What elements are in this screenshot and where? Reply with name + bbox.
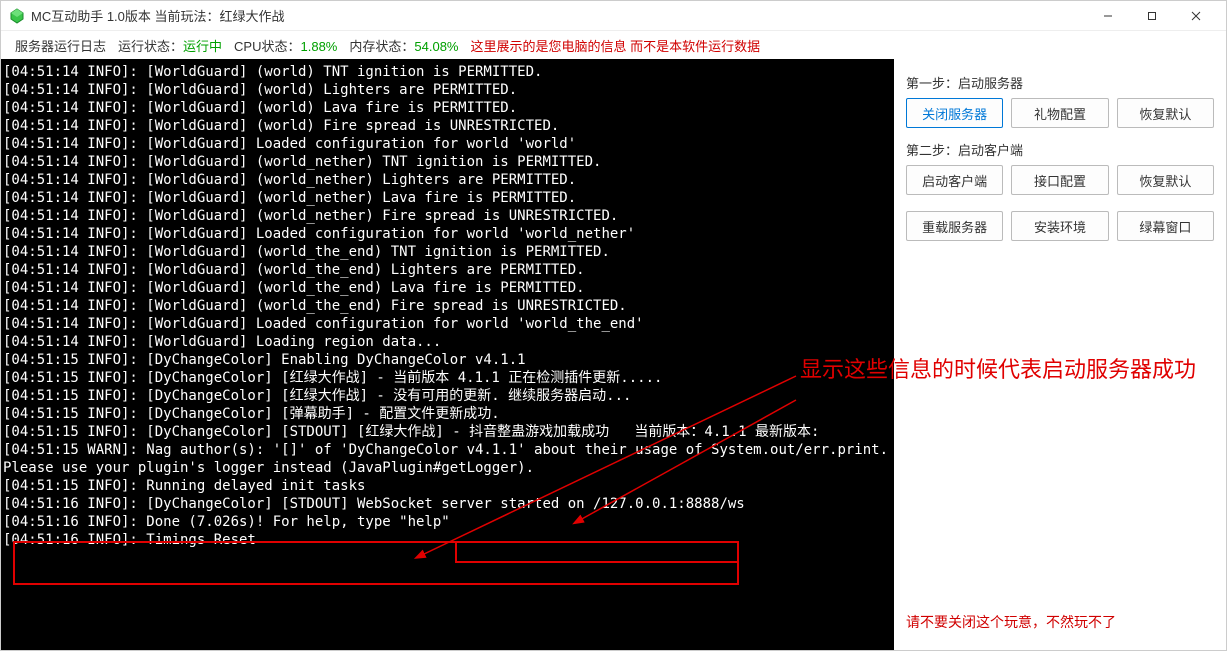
run-state-block: 运行状态：运行中	[118, 36, 222, 55]
maximize-button[interactable]	[1130, 2, 1174, 30]
app-icon	[9, 8, 25, 24]
step1-label: 第一步：启动服务器	[906, 73, 1214, 92]
console-line: [04:51:14 INFO]: [WorldGuard] (world_the…	[3, 297, 894, 315]
install-env-button[interactable]: 安装环境	[1011, 211, 1108, 241]
console-line: [04:51:16 INFO]: Timings Reset	[3, 531, 894, 549]
console-line: [04:51:14 INFO]: [WorldGuard] (world_net…	[3, 171, 894, 189]
console-line: [04:51:15 INFO]: [DyChangeColor] [红绿大作战]…	[3, 387, 894, 405]
console-line: [04:51:14 INFO]: [WorldGuard] Loaded con…	[3, 315, 894, 333]
log-title: 服务器运行日志	[15, 36, 106, 55]
button-row-2: 启动客户端 接口配置 恢复默认	[906, 165, 1214, 195]
console-line: [04:51:14 INFO]: [WorldGuard] Loaded con…	[3, 225, 894, 243]
start-client-button[interactable]: 启动客户端	[906, 165, 1003, 195]
step2-label: 第二步：启动客户端	[906, 140, 1214, 159]
status-bar: 服务器运行日志 运行状态：运行中 CPU状态：1.88% 内存状态：54.08%…	[1, 31, 1226, 59]
console-line: [04:51:14 INFO]: [WorldGuard] (world) Li…	[3, 81, 894, 99]
console-line: [04:51:14 INFO]: [WorldGuard] (world) La…	[3, 99, 894, 117]
console-line: [04:51:14 INFO]: [WorldGuard] (world_the…	[3, 261, 894, 279]
console-line: [04:51:14 INFO]: [WorldGuard] (world) Fi…	[3, 117, 894, 135]
restore-default-button-1[interactable]: 恢复默认	[1117, 98, 1214, 128]
mem-label: 内存状态：	[349, 39, 414, 54]
sidebar-footer-warning: 请不要关闭这个玩意，不然玩不了	[906, 612, 1214, 632]
app-window: MC互动助手 1.0版本 当前玩法：红绿大作战 服务器运行日志 运行状态：运行中…	[0, 0, 1227, 651]
gift-config-button[interactable]: 礼物配置	[1011, 98, 1108, 128]
console-line: [04:51:14 INFO]: [WorldGuard] Loaded con…	[3, 135, 894, 153]
console-output[interactable]: [04:51:14 INFO]: [WorldGuard] (world) TN…	[1, 59, 894, 650]
titlebar: MC互动助手 1.0版本 当前玩法：红绿大作战	[1, 1, 1226, 31]
interface-config-button[interactable]: 接口配置	[1011, 165, 1108, 195]
button-row-3: 重载服务器 安装环境 绿幕窗口	[906, 211, 1214, 241]
console-line: [04:51:14 INFO]: [WorldGuard] Loading re…	[3, 333, 894, 351]
console-line: [04:51:15 WARN]: Nag author(s): '[]' of …	[3, 441, 894, 459]
console-line: [04:51:15 INFO]: [DyChangeColor] [STDOUT…	[3, 423, 894, 441]
console-line: [04:51:14 INFO]: [WorldGuard] (world) TN…	[3, 63, 894, 81]
run-state-value: 运行中	[183, 39, 222, 54]
window-controls	[1086, 2, 1218, 30]
close-button[interactable]	[1174, 2, 1218, 30]
console-line: [04:51:14 INFO]: [WorldGuard] (world_the…	[3, 243, 894, 261]
reload-server-button[interactable]: 重载服务器	[906, 211, 1003, 241]
sidebar: 第一步：启动服务器 关闭服务器 礼物配置 恢复默认 第二步：启动客户端 启动客户…	[894, 59, 1226, 650]
mem-value: 54.08%	[414, 39, 458, 54]
green-screen-button[interactable]: 绿幕窗口	[1117, 211, 1214, 241]
console-line: [04:51:14 INFO]: [WorldGuard] (world_net…	[3, 207, 894, 225]
button-row-1: 关闭服务器 礼物配置 恢复默认	[906, 98, 1214, 128]
cpu-value: 1.88%	[301, 39, 338, 54]
cpu-label: CPU状态：	[234, 39, 300, 54]
main-area: [04:51:14 INFO]: [WorldGuard] (world) TN…	[1, 59, 1226, 650]
window-title: MC互动助手 1.0版本 当前玩法：红绿大作战	[31, 6, 1086, 25]
minimize-button[interactable]	[1086, 2, 1130, 30]
restore-default-button-2[interactable]: 恢复默认	[1117, 165, 1214, 195]
console-line: [04:51:15 INFO]: [DyChangeColor] [红绿大作战]…	[3, 369, 894, 387]
console-line: [04:51:15 INFO]: Running delayed init ta…	[3, 477, 894, 495]
run-state-label: 运行状态：	[118, 39, 183, 54]
console-line: [04:51:16 INFO]: Done (7.026s)! For help…	[3, 513, 894, 531]
mem-block: 内存状态：54.08%	[349, 36, 458, 55]
console-line: [04:51:14 INFO]: [WorldGuard] (world_net…	[3, 153, 894, 171]
console-line: [04:51:14 INFO]: [WorldGuard] (world_the…	[3, 279, 894, 297]
console-line: [04:51:16 INFO]: [DyChangeColor] [STDOUT…	[3, 495, 894, 513]
console-line: Please use your plugin's logger instead …	[3, 459, 894, 477]
console-line: [04:51:15 INFO]: [DyChangeColor] Enablin…	[3, 351, 894, 369]
close-server-button[interactable]: 关闭服务器	[906, 98, 1003, 128]
cpu-block: CPU状态：1.88%	[234, 36, 337, 55]
status-notice: 这里展示的是您电脑的信息 而不是本软件运行数据	[470, 36, 760, 55]
console-line: [04:51:14 INFO]: [WorldGuard] (world_net…	[3, 189, 894, 207]
console-line: [04:51:15 INFO]: [DyChangeColor] [弹幕助手] …	[3, 405, 894, 423]
